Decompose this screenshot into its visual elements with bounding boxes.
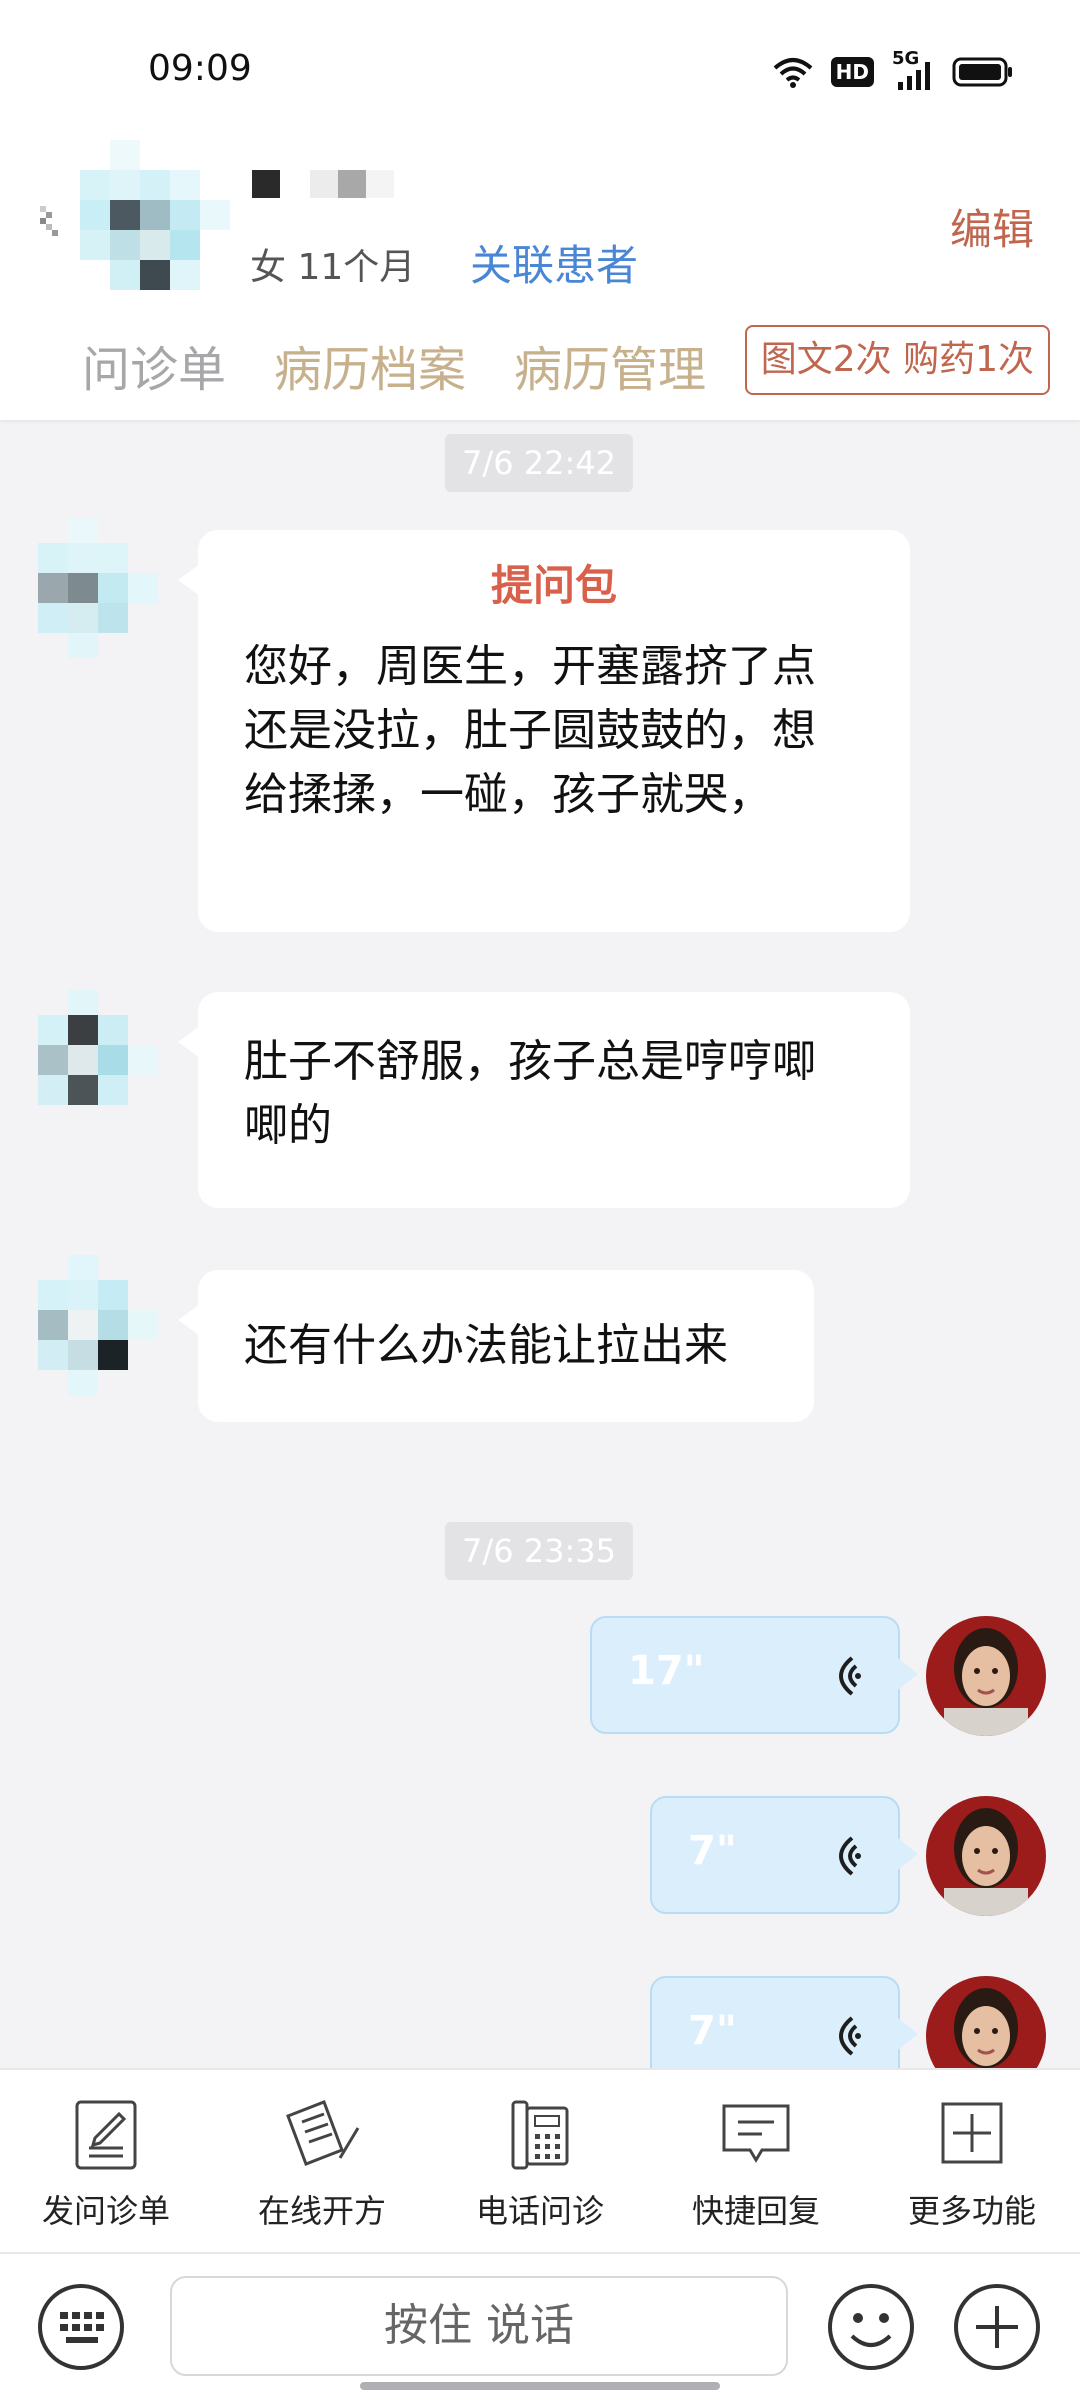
home-indicator[interactable] (360, 2382, 720, 2390)
input-bar: 按住 说话 (0, 2252, 1080, 2402)
patient-avatar[interactable] (80, 140, 230, 290)
back-icon[interactable] (36, 198, 66, 244)
voice-duration: 17" (628, 1648, 705, 1694)
quick-reply-button[interactable]: 快捷回复 (656, 2098, 856, 2232)
service-count-badge: 图文2次 购药1次 (744, 325, 1050, 395)
voice-wave-icon (839, 1836, 861, 1876)
prescription-icon (286, 2100, 360, 2166)
wifi-icon (773, 58, 812, 88)
voice-duration: 7" (688, 2008, 737, 2054)
patient-meta: 女 11个月 (250, 247, 416, 288)
patient-name-blurred (252, 170, 394, 198)
toolbar-label: 更多功能 (907, 2192, 1036, 2230)
toolbar-label: 在线开方 (257, 2192, 386, 2230)
message-line: 给揉揉，一碰，孩子就哭， (244, 769, 772, 820)
message-line: 肚子不舒服，孩子总是哼哼唧 (244, 1036, 816, 1087)
toolbar-label: 发问诊单 (41, 2192, 170, 2230)
tab-medical-records[interactable]: 病历档案 (274, 330, 466, 400)
patient-avatar-small (38, 518, 158, 658)
online-prescription-button[interactable]: 在线开方 (222, 2098, 422, 2232)
chat-message[interactable]: 还有什么办法能让拉出来 (178, 1270, 814, 1422)
edit-button[interactable]: 编辑 (950, 196, 1034, 257)
question-package-text: 您好，周医生，开塞露挤了点 还是没拉，肚子圆鼓鼓的，想 给揉揉，一碰，孩子就哭， (244, 635, 864, 827)
status-icons: HD 5G (773, 48, 1014, 94)
more-functions-button[interactable]: 更多功能 (872, 2098, 1072, 2232)
emoji-icon[interactable] (826, 2282, 916, 2372)
message-line: 您好，周医生，开塞露挤了点 (244, 641, 816, 692)
tab-questionnaire[interactable]: 问诊单 (82, 330, 226, 400)
message-line: 唧的 (244, 1100, 332, 1151)
link-patient-button[interactable]: 关联患者 (470, 232, 638, 293)
patient-avatar-small (38, 990, 158, 1105)
timestamp: 7/6 23:35 (445, 1522, 633, 1580)
keyboard-icon[interactable] (36, 2282, 126, 2372)
press-to-talk-button[interactable]: 按住 说话 (170, 2276, 788, 2376)
status-time: 09:09 (148, 48, 252, 89)
top-header: 09:09 HD 5G 女 11个月 关联患者 编辑 问诊单 病历档案 病历管理… (0, 0, 1080, 420)
message-text: 还有什么办法能让拉出来 (244, 1320, 728, 1371)
more-functions-icon (941, 2102, 1003, 2164)
record-tabs: 问诊单 病历档案 病历管理 (82, 330, 706, 400)
toolbar-label: 快捷回复 (691, 2192, 820, 2230)
doctor-avatar[interactable] (926, 1616, 1046, 1736)
chat-message[interactable]: 肚子不舒服，孩子总是哼哼唧 唧的 (178, 992, 910, 1208)
phone-consult-button[interactable]: 电话问诊 (440, 2098, 640, 2232)
message-line: 还是没拉，肚子圆鼓鼓的，想 (244, 705, 816, 756)
questionnaire-icon (75, 2100, 137, 2170)
question-package-title: 提问包 (490, 561, 617, 610)
battery-icon (952, 57, 1012, 87)
question-package-message[interactable]: 提问包 您好，周医生，开塞露挤了点 还是没拉，肚子圆鼓鼓的，想 给揉揉，一碰，孩… (178, 530, 910, 932)
voice-message[interactable]: 7" (650, 1796, 918, 1914)
message-text: 肚子不舒服，孩子总是哼哼唧 唧的 (244, 1030, 864, 1158)
tab-records-management[interactable]: 病历管理 (514, 330, 706, 400)
doctor-avatar[interactable] (926, 1796, 1046, 1916)
timestamp: 7/6 22:42 (445, 434, 633, 492)
hd-badge: HD (830, 57, 874, 87)
toolbar-label: 电话问诊 (475, 2192, 604, 2230)
voice-wave-icon (839, 2016, 861, 2056)
patient-avatar-small (38, 1255, 158, 1395)
quick-reply-icon (722, 2104, 790, 2163)
voice-wave-icon (839, 1656, 861, 1696)
send-questionnaire-button[interactable]: 发问诊单 (6, 2098, 206, 2232)
function-toolbar: 发问诊单 在线开方 电话问诊 快捷回复 更多功能 (0, 2068, 1080, 2254)
voice-duration: 7" (688, 1828, 737, 1874)
signal-icon: 5G (892, 48, 934, 92)
add-icon[interactable] (952, 2282, 1042, 2372)
phone-consult-icon (511, 2100, 569, 2170)
voice-message[interactable]: 17" (590, 1616, 918, 1734)
